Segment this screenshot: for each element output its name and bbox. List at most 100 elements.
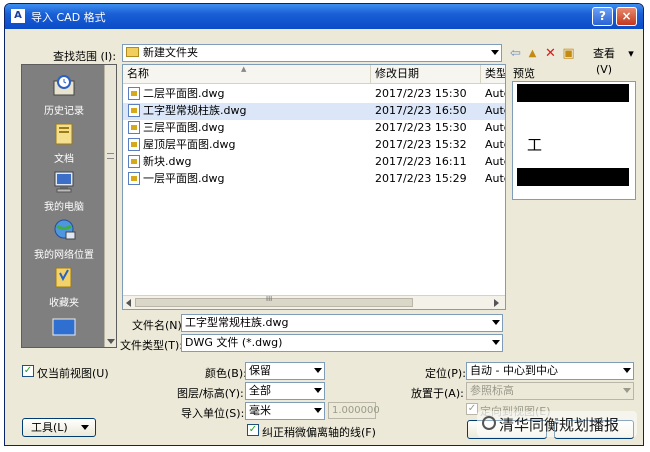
favorites-icon <box>55 267 72 288</box>
place-documents-label: 文档 <box>54 154 74 165</box>
file-name: 一层平面图.dwg <box>143 172 225 185</box>
horizontal-scrollbar[interactable]: III <box>123 295 505 309</box>
back-icon[interactable]: ⇦ <box>508 46 523 62</box>
dwg-file-icon <box>128 87 140 100</box>
positioning-label: 定位(P): <box>425 367 466 380</box>
file-type-combo[interactable]: DWG 文件 (*.dwg) <box>181 334 503 352</box>
place-network-label: 我的网络位置 <box>34 250 94 261</box>
folder-icon <box>126 47 139 57</box>
column-header-date[interactable]: 修改日期 <box>371 65 481 84</box>
scroll-right-icon[interactable] <box>494 299 499 307</box>
title-bar[interactable]: A 导入 CAD 格式 ? × <box>5 4 643 29</box>
desktop-icon <box>52 318 76 336</box>
file-name-label: 文件名(N): <box>132 319 186 332</box>
dwg-file-icon <box>128 172 140 185</box>
place-my-computer-label: 我的电脑 <box>44 202 84 213</box>
place-history[interactable]: 历史记录 <box>22 73 106 117</box>
tools-button[interactable]: 工具(L) <box>22 418 96 437</box>
file-type: Autc <box>485 155 505 168</box>
new-folder-icon[interactable]: ▣ <box>561 46 576 62</box>
place-my-computer[interactable]: 我的电脑 <box>22 169 106 213</box>
correct-lines-label: 纠正稍微偏离轴的线(F) <box>262 426 376 439</box>
place-at-combo: 参照标高 <box>466 382 634 400</box>
place-network[interactable]: 我的网络位置 <box>22 217 106 261</box>
views-button[interactable]: 查看(V) <box>585 46 623 76</box>
file-name: 二层平面图.dwg <box>143 87 225 100</box>
place-at-label: 放置于(A): <box>411 387 464 400</box>
import-units-combo[interactable]: 毫米 <box>245 402 325 420</box>
positioning-combo[interactable]: 自动 - 中心到中心 <box>466 362 634 380</box>
file-row[interactable]: 三层平面图.dwg 2017/2/23 15:30 Autc <box>123 120 505 137</box>
chevron-down-icon <box>492 320 500 325</box>
file-row-selected[interactable]: 工字型常规柱族.dwg 2017/2/23 16:50 Autc <box>123 103 505 120</box>
file-row[interactable]: 一层平面图.dwg 2017/2/23 15:29 Autc <box>123 171 505 188</box>
watermark-text: 清华同衡规划播报 <box>499 416 620 434</box>
close-button[interactable]: × <box>616 7 637 26</box>
place-at-value: 参照标高 <box>470 384 514 397</box>
file-row[interactable]: 屋顶层平面图.dwg 2017/2/23 15:32 Autc <box>123 137 505 154</box>
file-type-value: DWG 文件 (*.dwg) <box>185 336 283 349</box>
place-documents[interactable]: 文档 <box>22 121 106 165</box>
revit-app-icon: A <box>11 9 25 23</box>
file-row[interactable]: 新块.dwg 2017/2/23 16:11 Autc <box>123 154 505 171</box>
column-header-name[interactable]: 名称 ▲ <box>123 65 371 84</box>
current-view-only-checkbox[interactable]: ✓ <box>22 365 34 377</box>
layers-combo[interactable]: 全部 <box>245 382 325 400</box>
scroll-thumb[interactable]: III <box>135 295 413 307</box>
scroll-down-icon[interactable] <box>107 339 115 344</box>
watermark: 清华同衡规划播报 <box>477 411 637 437</box>
file-name-value: 工字型常规柱族.dwg <box>185 316 289 329</box>
scroll-grip-icon: III <box>266 295 273 303</box>
file-name: 工字型常规柱族.dwg <box>143 104 247 117</box>
preview-glyph: 工 <box>527 136 543 154</box>
place-favorites-label: 收藏夹 <box>49 298 79 309</box>
preview-label: 预览 <box>513 67 535 80</box>
layers-value: 全部 <box>249 384 271 397</box>
places-bar: 历史记录 文档 我的电脑 我的网络位置 收藏夹 <box>21 64 117 348</box>
preview-pane: 工 <box>512 81 636 200</box>
file-date: 2017/2/23 16:11 <box>375 155 467 168</box>
layers-label: 图层/标高(Y): <box>177 387 244 400</box>
file-name: 新块.dwg <box>143 155 192 168</box>
color-label: 颜色(B): <box>205 367 247 380</box>
positioning-value: 自动 - 中心到中心 <box>470 364 558 377</box>
file-type: Autc <box>485 121 505 134</box>
delete-icon[interactable]: ✕ <box>543 46 558 62</box>
file-date: 2017/2/23 16:50 <box>375 104 467 117</box>
file-list[interactable]: 名称 ▲ 修改日期 类型 二层平面图.dwg 2017/2/23 15:30 A… <box>122 64 506 310</box>
scroll-left-icon[interactable] <box>126 299 131 307</box>
tools-button-label: 工具(L) <box>31 421 68 434</box>
file-date: 2017/2/23 15:30 <box>375 121 467 134</box>
place-favorites[interactable]: 收藏夹 <box>22 265 106 309</box>
look-in-value: 新建文件夹 <box>143 46 198 59</box>
views-arrow-icon[interactable]: ▾ <box>626 46 636 62</box>
scroll-grip-icon <box>107 153 114 159</box>
import-units-label: 导入单位(S): <box>181 407 245 420</box>
file-date: 2017/2/23 15:30 <box>375 87 467 100</box>
file-type: Autc <box>485 172 505 185</box>
file-row[interactable]: 二层平面图.dwg 2017/2/23 15:30 Autc <box>123 86 505 103</box>
current-view-only-label: 仅当前视图(U) <box>37 367 109 380</box>
place-desktop[interactable] <box>22 315 106 344</box>
file-type: Autc <box>485 138 505 151</box>
watermark-logo-icon <box>482 416 496 430</box>
window-title: 导入 CAD 格式 <box>31 11 106 24</box>
correct-lines-checkbox[interactable]: ✓ <box>247 424 259 436</box>
file-type: Autc <box>485 104 505 117</box>
documents-icon <box>55 123 73 145</box>
help-button[interactable]: ? <box>592 7 613 26</box>
up-folder-icon[interactable]: ▲ <box>525 46 540 62</box>
chevron-down-icon <box>314 388 322 393</box>
file-type: Autc <box>485 87 505 100</box>
file-type-label: 文件类型(T): <box>120 339 184 352</box>
units-factor-input: 1.000000 <box>328 402 380 419</box>
file-name-input[interactable]: 工字型常规柱族.dwg <box>181 314 503 332</box>
chevron-down-icon <box>623 388 631 393</box>
dwg-file-icon <box>128 121 140 134</box>
places-scrollbar[interactable] <box>104 65 116 347</box>
color-combo[interactable]: 保留 <box>245 362 325 380</box>
look-in-combo[interactable]: 新建文件夹 <box>122 44 502 62</box>
column-header-type[interactable]: 类型 <box>481 65 505 84</box>
file-name: 三层平面图.dwg <box>143 121 225 134</box>
look-in-label: 查找范围 (I): <box>53 50 117 63</box>
